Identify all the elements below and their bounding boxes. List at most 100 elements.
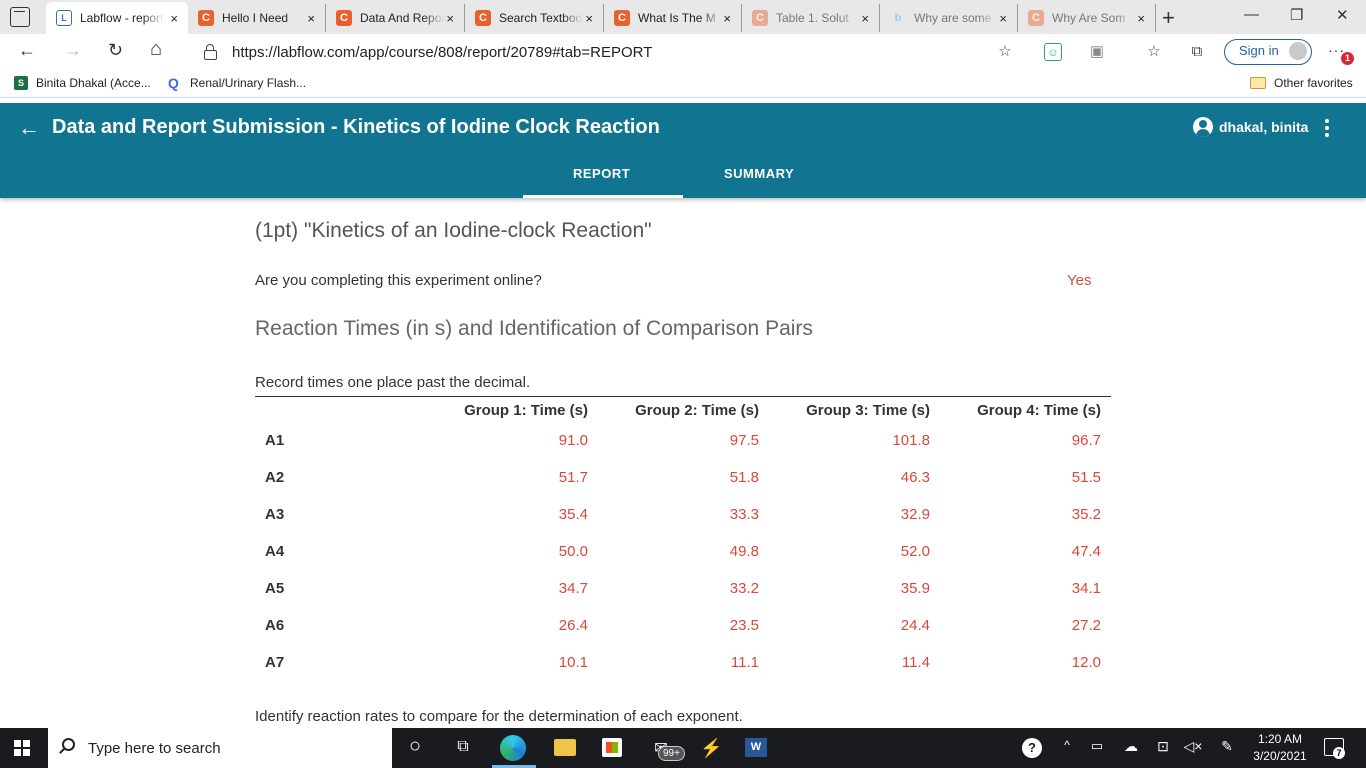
close-icon[interactable]: × [170,11,178,26]
address-bar-row: ← → ↻ ⌂ https://labflow.com/app/course/8… [0,34,1366,70]
row-label: A6 [265,617,285,634]
user-menu[interactable]: dhakal, binita [1193,117,1308,137]
minimize-button[interactable]: — [1244,6,1259,23]
chegg-icon: C [1028,10,1044,26]
tab-actions-icon[interactable] [10,7,30,27]
account-icon [1193,117,1213,137]
edge-icon[interactable] [500,735,526,761]
row-label: A2 [265,469,285,486]
other-favorites[interactable]: Other favorites [1250,76,1353,90]
time-value: 23.5 [729,617,759,634]
section-title: Reaction Times (in s) and Identification… [255,317,813,340]
chevron-up-icon[interactable]: ^ [1056,738,1078,758]
tab-what-is[interactable]: C What Is The M × [604,4,742,32]
time-value: 26.4 [558,617,588,634]
column-header: Group 2: Time (s) [635,402,759,419]
folder-icon [1250,77,1266,89]
close-icon[interactable]: × [861,11,869,26]
sign-in-button[interactable]: Sign in [1224,39,1312,65]
favorites-icon[interactable]: ☆ [1145,43,1163,61]
refresh-button[interactable]: ↻ [108,40,123,61]
browser-window: L Labflow - report × C Hello I Need × C … [0,0,1366,768]
time-value: 101.8 [892,432,930,449]
user-name: dhakal, binita [1219,119,1309,135]
online-answer: Yes [1067,272,1092,289]
time-value: 27.2 [1071,617,1101,634]
back-button[interactable]: ← [18,40,36,61]
mail-badge: 99+ [658,746,685,761]
tab-data-report[interactable]: C Data And Report × [326,4,465,32]
tab-summary[interactable]: SUMMARY [724,166,794,181]
time-value: 35.2 [1071,506,1101,523]
word-icon[interactable]: W [745,738,767,757]
time-value: 91.0 [558,432,588,449]
clock-date: 3/20/2021 [1253,749,1307,763]
tab-search-textbook[interactable]: C Search Textbook × [465,4,604,32]
lock-icon [204,44,217,60]
url-text: https://labflow.com/app/course/808/repor… [232,44,653,61]
windows-start-icon[interactable] [14,740,30,756]
battery-icon[interactable]: ▭ [1086,738,1108,758]
close-icon[interactable]: × [999,11,1007,26]
close-icon[interactable]: × [446,11,454,26]
new-tab-button[interactable]: + [1162,5,1175,31]
tab-table-solution[interactable]: C Table 1. Solut × [742,4,880,32]
task-view-icon[interactable]: ⧉ [452,738,474,758]
schoology-icon: S [14,76,28,90]
time-value: 11.1 [730,654,759,671]
tab-why-are-some-bing[interactable]: b Why are some × [880,4,1018,32]
cortana-icon[interactable]: ○ [404,735,426,757]
search-icon [62,738,75,751]
time-value: 51.8 [729,469,759,486]
chegg-icon: C [475,10,491,26]
home-button[interactable]: ⌂ [150,38,162,61]
app-icon[interactable]: ⚡ [700,738,722,758]
extension-icon[interactable]: ☺ [1044,43,1062,61]
column-header: Group 1: Time (s) [464,402,588,419]
restore-button[interactable]: ❐ [1290,6,1303,24]
extension-2-icon[interactable]: ▣ [1088,43,1106,61]
time-value: 34.1 [1071,580,1101,597]
time-value: 52.0 [900,543,930,560]
clock-time: 1:20 AM [1257,732,1303,746]
action-center-badge: 7 [1333,747,1345,759]
favorite-renal[interactable]: Q Renal/Urinary Flash... [168,76,306,90]
notification-badge: 1 [1341,52,1354,65]
close-window-button[interactable]: ✕ [1336,6,1349,24]
chegg-icon: C [752,10,768,26]
time-value: 96.7 [1071,432,1101,449]
table-note: Record times one place past the decimal. [255,374,531,391]
row-label: A5 [265,580,285,597]
collections-icon[interactable]: ⧉ [1188,43,1206,61]
row-label: A7 [265,654,285,671]
time-value: 51.5 [1071,469,1101,486]
file-explorer-icon[interactable] [554,739,576,756]
add-favorite-icon[interactable]: ☆ [996,43,1014,61]
forward-button[interactable]: → [64,40,82,61]
close-icon[interactable]: × [585,11,593,26]
time-value: 33.3 [729,506,759,523]
tab-report[interactable]: REPORT [573,166,630,181]
url-field[interactable]: https://labflow.com/app/course/808/repor… [196,38,1026,66]
favorite-binita[interactable]: S Binita Dhakal (Acce... [14,76,151,90]
chegg-icon: C [336,10,352,26]
help-icon[interactable]: ? [1022,738,1042,758]
more-vert-icon[interactable] [1325,119,1331,140]
tab-why-are-some[interactable]: C Why Are Som × [1018,4,1156,32]
taskbar-search-input[interactable]: Type here to search [48,728,392,768]
store-icon[interactable] [602,738,622,757]
pen-icon[interactable]: ✎ [1216,738,1238,758]
time-value: 24.4 [900,617,930,634]
close-icon[interactable]: × [307,11,315,26]
tab-labflow[interactable]: L Labflow - report × [46,2,188,34]
volume-muted-icon[interactable]: ◁× [1182,738,1204,758]
back-arrow-icon[interactable]: ← [18,115,40,141]
network-icon[interactable]: ⊡ [1152,738,1174,758]
taskbar: Type here to search ○ ⧉ ✉ 99+ ⚡ W ? ^ ▭ … [0,728,1366,768]
cloud-icon[interactable]: ☁ [1120,738,1142,758]
question-title: (1pt) "Kinetics of an Iodine-clock React… [255,219,652,242]
system-clock[interactable]: 1:20 AM 3/20/2021 [1250,731,1310,765]
close-icon[interactable]: × [723,11,731,26]
tab-hello[interactable]: C Hello I Need × [188,4,326,32]
close-icon[interactable]: × [1137,11,1145,26]
